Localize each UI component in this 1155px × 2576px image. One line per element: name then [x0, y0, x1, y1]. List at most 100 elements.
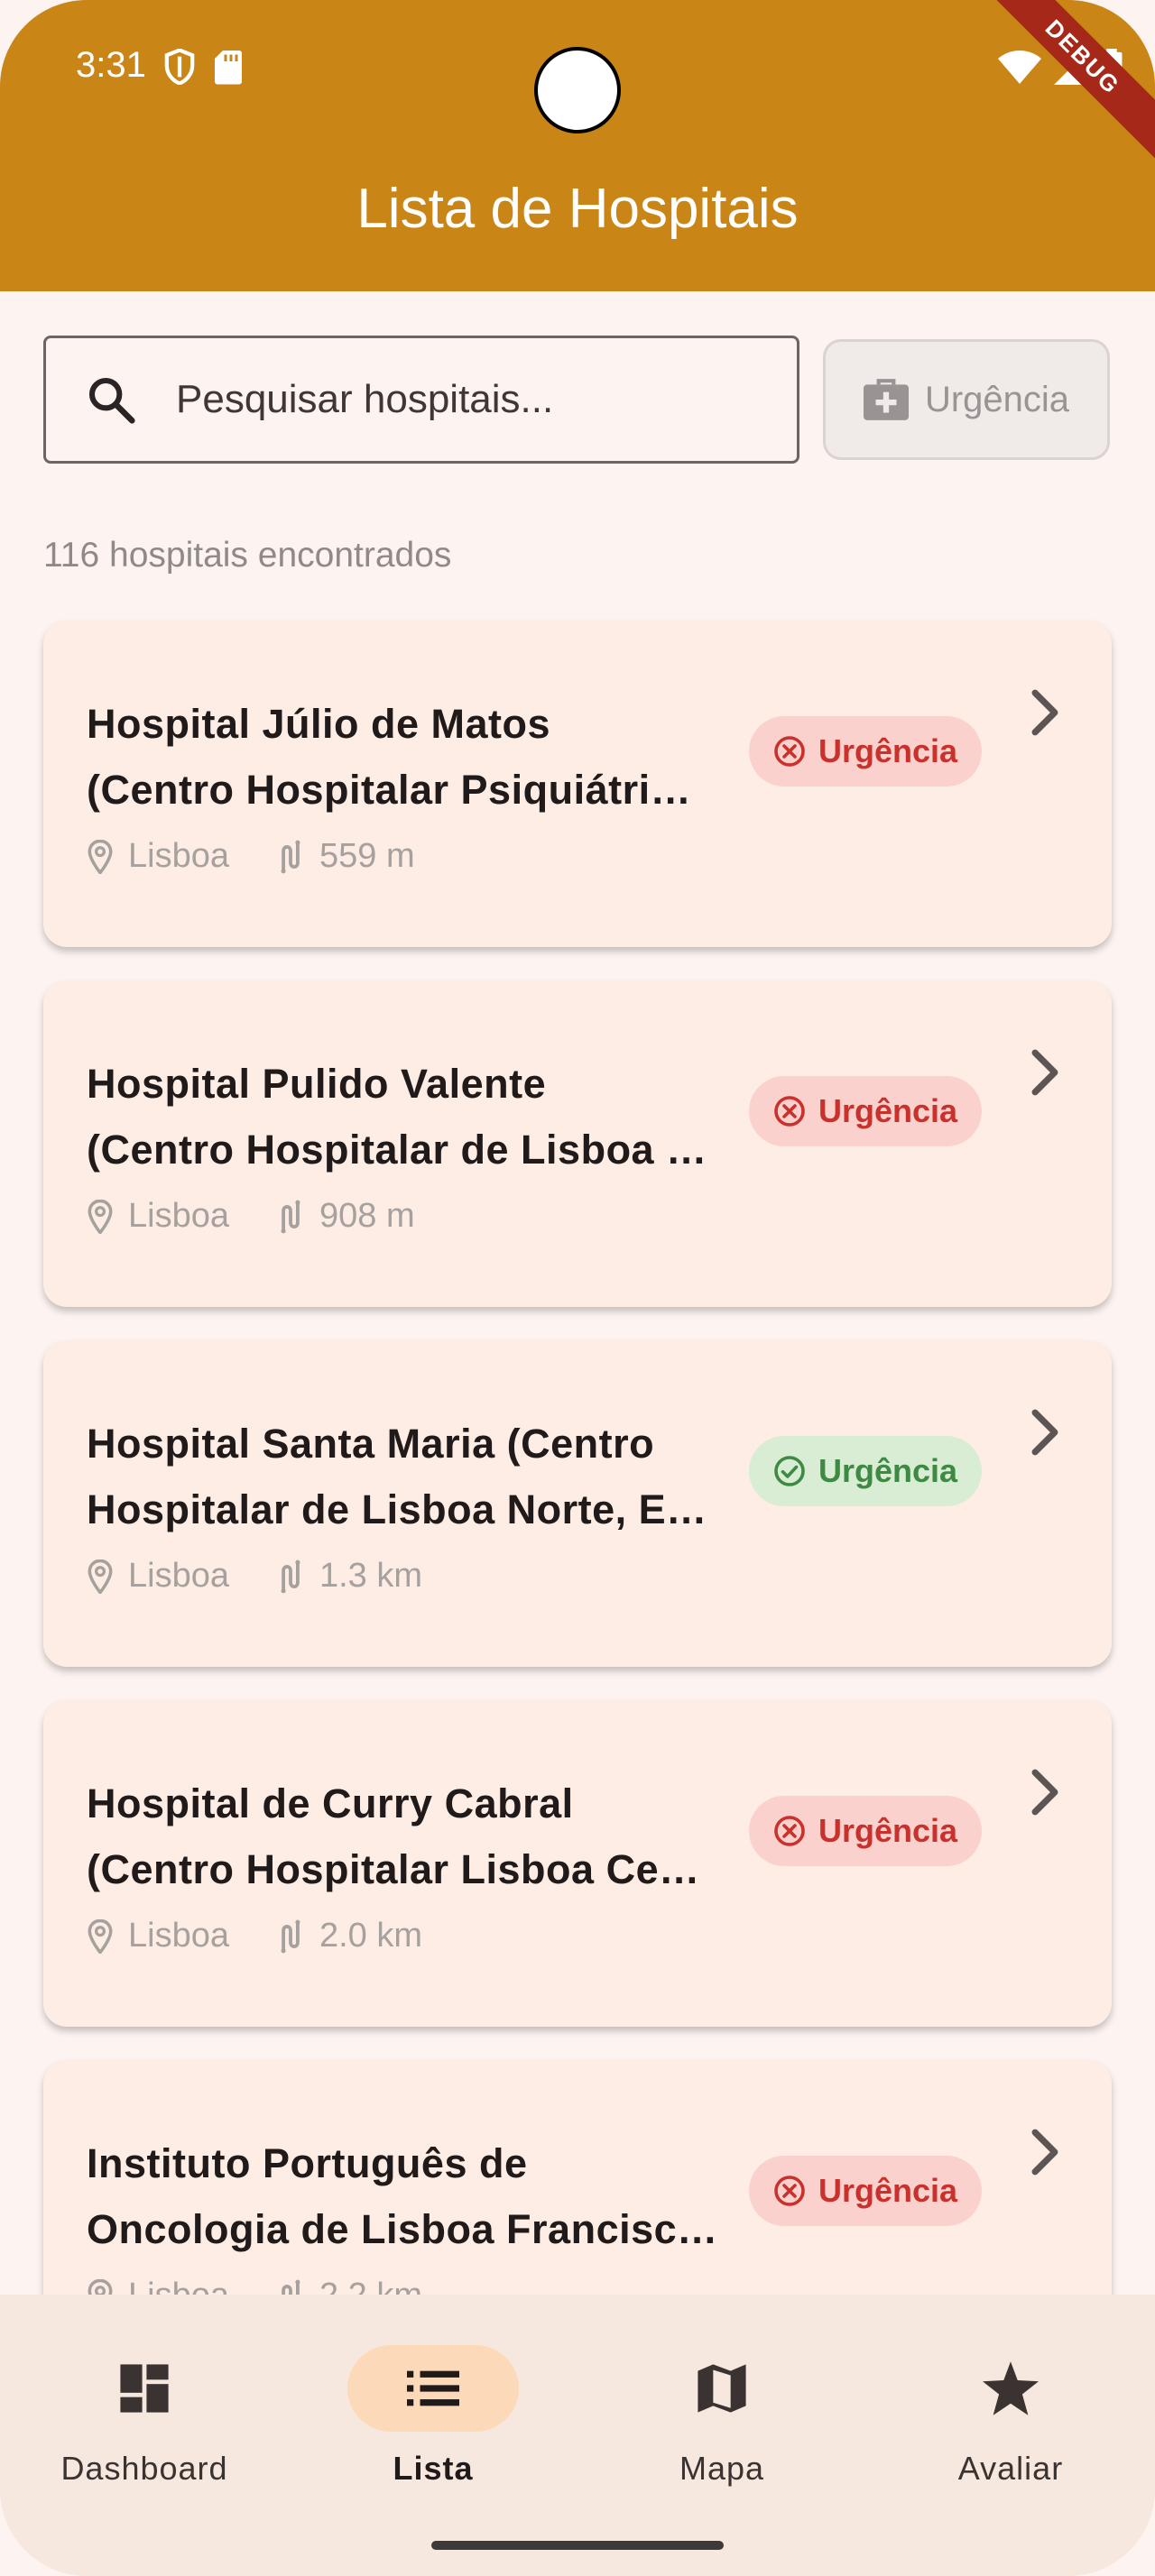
nav-dashboard-pill: [59, 2345, 230, 2432]
route-icon: [281, 840, 300, 873]
hospital-name-line2: Oncologia de Lisboa Francisc…: [87, 2206, 718, 2252]
hospital-name-line2: Hospitalar de Lisboa Norte, E…: [87, 1486, 707, 1532]
hospital-meta: Lisboa 559 m: [87, 837, 462, 876]
hospital-city: Lisboa: [87, 1197, 229, 1236]
urgency-closed-icon: [774, 736, 805, 767]
star-icon: [983, 2361, 1039, 2415]
urgency-badge: Urgência: [749, 1076, 982, 1146]
urgency-badge: Urgência: [749, 2156, 982, 2226]
list-icon: [407, 2370, 459, 2406]
hospital-name-line1: Hospital Santa Maria (Centro: [87, 1421, 655, 1467]
search-field[interactable]: [43, 336, 799, 464]
hospital-city-label: Lisboa: [128, 837, 229, 875]
nav-mapa-label: Mapa: [679, 2450, 765, 2487]
shield-icon: [164, 49, 195, 85]
hospital-name-line1: Hospital Júlio de Matos: [87, 701, 551, 747]
hospital-city: Lisboa: [87, 837, 229, 876]
chevron-right-icon: [1031, 1769, 1058, 1816]
urgency-closed-icon: [774, 1816, 805, 1846]
dashboard-icon: [120, 2364, 169, 2413]
bottom-navigation: Dashboard Lista Mapa Avaliar: [0, 2295, 1155, 2576]
hospital-name: Hospital Pulido Valente (Centro Hospitala…: [87, 1051, 772, 1182]
hospital-name: Hospital de Curry Cabral (Centro Hospital…: [87, 1771, 772, 1902]
urgency-badge-label: Urgência: [818, 2172, 958, 2209]
location-pin-icon: [88, 1559, 113, 1594]
search-input[interactable]: [174, 376, 755, 423]
hospital-distance-label: 1.3 km: [319, 1557, 423, 1595]
route-icon: [281, 1200, 300, 1233]
nav-avaliar-label: Avaliar: [957, 2450, 1064, 2487]
wifi-icon: [998, 51, 1041, 84]
urgency-badge-label: Urgência: [818, 1812, 958, 1849]
urgency-filter-label: Urgência: [924, 379, 1070, 419]
hospital-distance-label: 2.0 km: [319, 1917, 423, 1955]
hospital-name-line2: (Centro Hospitalar Lisboa Ce…: [87, 1846, 700, 1892]
urgency-badge-label: Urgência: [818, 732, 958, 769]
nav-lista-pill: [347, 2345, 519, 2432]
location-pin-icon: [88, 839, 113, 874]
hospital-card[interactable]: Hospital de Curry Cabral (Centro Hospital…: [43, 1700, 1112, 2027]
urgency-closed-icon: [774, 2176, 805, 2206]
hospital-name-line1: Hospital Pulido Valente: [87, 1061, 547, 1107]
status-icons-left: [164, 49, 242, 85]
location-pin-icon: [88, 1199, 113, 1234]
nav-dashboard[interactable]: Dashboard: [0, 2345, 289, 2488]
hospital-city-label: Lisboa: [128, 1917, 229, 1955]
location-pin-icon: [88, 1918, 113, 1954]
hospital-city: Lisboa: [87, 1917, 229, 1955]
phone-screen: 3:31 DEBUG Lista de Hospitais Urgência 1…: [0, 0, 1155, 2576]
page-title: Lista de Hospitais: [356, 178, 799, 240]
hospital-name-line2: (Centro Hospitalar Psiquiátri…: [87, 767, 692, 813]
hospital-city-label: Lisboa: [128, 1197, 229, 1235]
app-bar: 3:31 DEBUG Lista de Hospitais: [0, 0, 1155, 291]
route-icon: [281, 1919, 300, 1953]
urgency-filter-button[interactable]: Urgência: [823, 339, 1110, 460]
urgency-badge: Urgência: [749, 1796, 982, 1866]
hospital-distance-label: 908 m: [319, 1197, 415, 1235]
sd-card-icon: [215, 51, 242, 85]
urgency-badge: Urgência: [749, 716, 982, 787]
hospital-name-line2: (Centro Hospitalar de Lisboa …: [87, 1127, 707, 1173]
hospital-distance: 908 m: [276, 1197, 415, 1236]
hospital-meta: Lisboa 2.0 km: [87, 1917, 469, 1955]
urgency-open-icon: [774, 1456, 805, 1486]
chevron-right-icon: [1031, 689, 1058, 736]
nav-lista-label: Lista: [393, 2450, 474, 2487]
nav-avaliar-pill: [925, 2345, 1096, 2432]
nav-mapa-pill: [636, 2345, 808, 2432]
hospital-distance-label: 559 m: [319, 837, 415, 875]
hospital-distance: 559 m: [276, 837, 415, 876]
urgency-badge: Urgência: [749, 1436, 982, 1506]
chevron-right-icon: [1031, 1409, 1058, 1456]
home-indicator[interactable]: [431, 2541, 724, 2550]
camera-cutout: [534, 47, 621, 133]
urgency-badge-label: Urgência: [818, 1452, 958, 1489]
hospital-card[interactable]: Hospital Pulido Valente (Centro Hospitala…: [43, 980, 1112, 1307]
nav-dashboard-label: Dashboard: [60, 2450, 228, 2487]
nav-mapa[interactable]: Mapa: [578, 2345, 866, 2488]
hospital-city: Lisboa: [87, 1557, 229, 1596]
hospital-meta: Lisboa 1.3 km: [87, 1557, 469, 1596]
hospital-distance: 2.0 km: [276, 1917, 422, 1955]
urgency-closed-icon: [774, 1096, 805, 1127]
hospital-city-label: Lisboa: [128, 1557, 229, 1595]
hospital-name-line1: Hospital de Curry Cabral: [87, 1780, 574, 1826]
hospital-meta: Lisboa 908 m: [87, 1197, 462, 1236]
map-icon: [698, 2364, 746, 2413]
chevron-right-icon: [1031, 2129, 1058, 2176]
hospital-name-line1: Instituto Português de: [87, 2140, 528, 2186]
hospital-name: Hospital Júlio de Matos (Centro Hospitala…: [87, 691, 772, 823]
results-count: 116 hospitais encontrados: [43, 536, 452, 575]
nav-avaliar[interactable]: Avaliar: [866, 2345, 1155, 2488]
urgency-badge-label: Urgência: [818, 1092, 958, 1129]
hospital-distance: 1.3 km: [276, 1557, 422, 1596]
search-icon: [88, 377, 135, 424]
nav-lista[interactable]: Lista: [289, 2345, 578, 2488]
status-time: 3:31: [76, 45, 146, 85]
hospital-name: Instituto Português de Oncologia de Lisbo…: [87, 2130, 772, 2262]
chevron-right-icon: [1031, 1049, 1058, 1096]
hospital-card[interactable]: Hospital Santa Maria (Centro Hospitalar d…: [43, 1340, 1112, 1667]
route-icon: [281, 1559, 300, 1593]
hospital-card[interactable]: Hospital Júlio de Matos (Centro Hospitala…: [43, 621, 1112, 947]
medical-bag-icon: [863, 379, 909, 420]
